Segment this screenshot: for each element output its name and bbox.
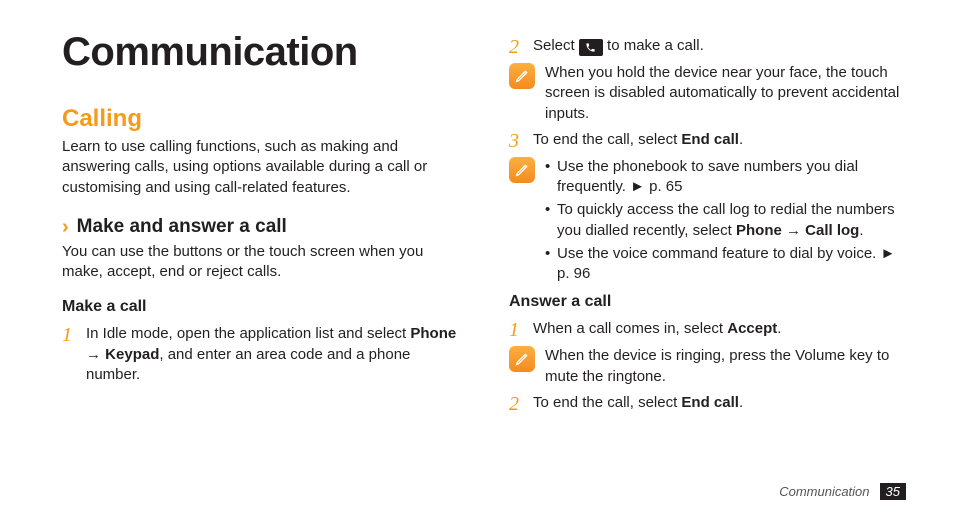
note-text: . [859, 222, 863, 239]
answer-call-heading: Answer a call [509, 293, 906, 311]
note-text: Use the phonebook to save numbers you di… [557, 158, 858, 195]
step-text: . [739, 131, 743, 148]
note-bullet: Use the voice command feature to dial by… [545, 244, 906, 285]
note-text: Use the voice command feature to dial by… [557, 245, 895, 282]
step-1: 1 In Idle mode, open the application lis… [62, 324, 459, 385]
answer-note-1: When the device is ringing, press the Vo… [509, 346, 906, 387]
note-body: When you hold the device near your face,… [545, 63, 906, 124]
step-bold: End call [681, 394, 739, 411]
step-text: In Idle mode, open the application list … [86, 325, 410, 342]
step-body: When a call comes in, select Accept. [533, 319, 906, 342]
section-intro: Learn to use calling functions, such as … [62, 137, 459, 198]
note-1: When you hold the device near your face,… [509, 63, 906, 124]
note-bold: Call log [805, 222, 859, 239]
step-bold: Accept [727, 320, 777, 337]
step-text: To end the call, select [533, 394, 681, 411]
page-title: Communication [62, 30, 459, 75]
subsection-text: You can use the buttons or the touch scr… [62, 242, 459, 283]
step-arrow: → [86, 346, 105, 363]
step-body: Select to make a call. [533, 36, 906, 59]
step-text: . [777, 320, 781, 337]
chevron-icon: › [62, 217, 69, 237]
step-number: 1 [509, 319, 523, 342]
note-2: Use the phonebook to save numbers you di… [509, 157, 906, 288]
step-body: To end the call, select End call. [533, 130, 906, 153]
answer-step-2: 2 To end the call, select End call. [509, 393, 906, 416]
footer-section-title: Communication [779, 484, 869, 499]
phone-call-icon [579, 39, 603, 56]
note-bold: Phone [736, 222, 782, 239]
note-arrow: → [782, 222, 805, 239]
subsection-heading: Make and answer a call [77, 216, 287, 238]
note-icon [509, 157, 535, 183]
note-bullet: Use the phonebook to save numbers you di… [545, 157, 906, 198]
step-text: . [739, 394, 743, 411]
step-number: 2 [509, 393, 523, 416]
note-body: Use the phonebook to save numbers you di… [545, 157, 906, 288]
note-body: When the device is ringing, press the Vo… [545, 346, 906, 387]
page-footer: Communication 35 [779, 483, 906, 500]
note-icon [509, 346, 535, 372]
section-heading-calling: Calling [62, 105, 459, 133]
step-bold: Phone [410, 325, 456, 342]
step-number: 2 [509, 36, 523, 59]
note-bullet: To quickly access the call log to redial… [545, 200, 906, 241]
step-number: 1 [62, 324, 76, 385]
step-bold: Keypad [105, 346, 159, 363]
answer-step-1: 1 When a call comes in, select Accept. [509, 319, 906, 342]
step-body: To end the call, select End call. [533, 393, 906, 416]
step-number: 3 [509, 130, 523, 153]
step-text: When a call comes in, select [533, 320, 727, 337]
note-icon [509, 63, 535, 89]
step-text: To end the call, select [533, 131, 681, 148]
footer-page-number: 35 [880, 483, 906, 500]
step-bold: End call [681, 131, 739, 148]
step-2: 2 Select to make a call. [509, 36, 906, 59]
step-3: 3 To end the call, select End call. [509, 130, 906, 153]
step-body: In Idle mode, open the application list … [86, 324, 459, 385]
step-text: Select [533, 37, 579, 54]
step-text: to make a call. [603, 37, 704, 54]
subsection-row: › Make and answer a call [62, 216, 459, 238]
make-call-heading: Make a call [62, 298, 459, 316]
